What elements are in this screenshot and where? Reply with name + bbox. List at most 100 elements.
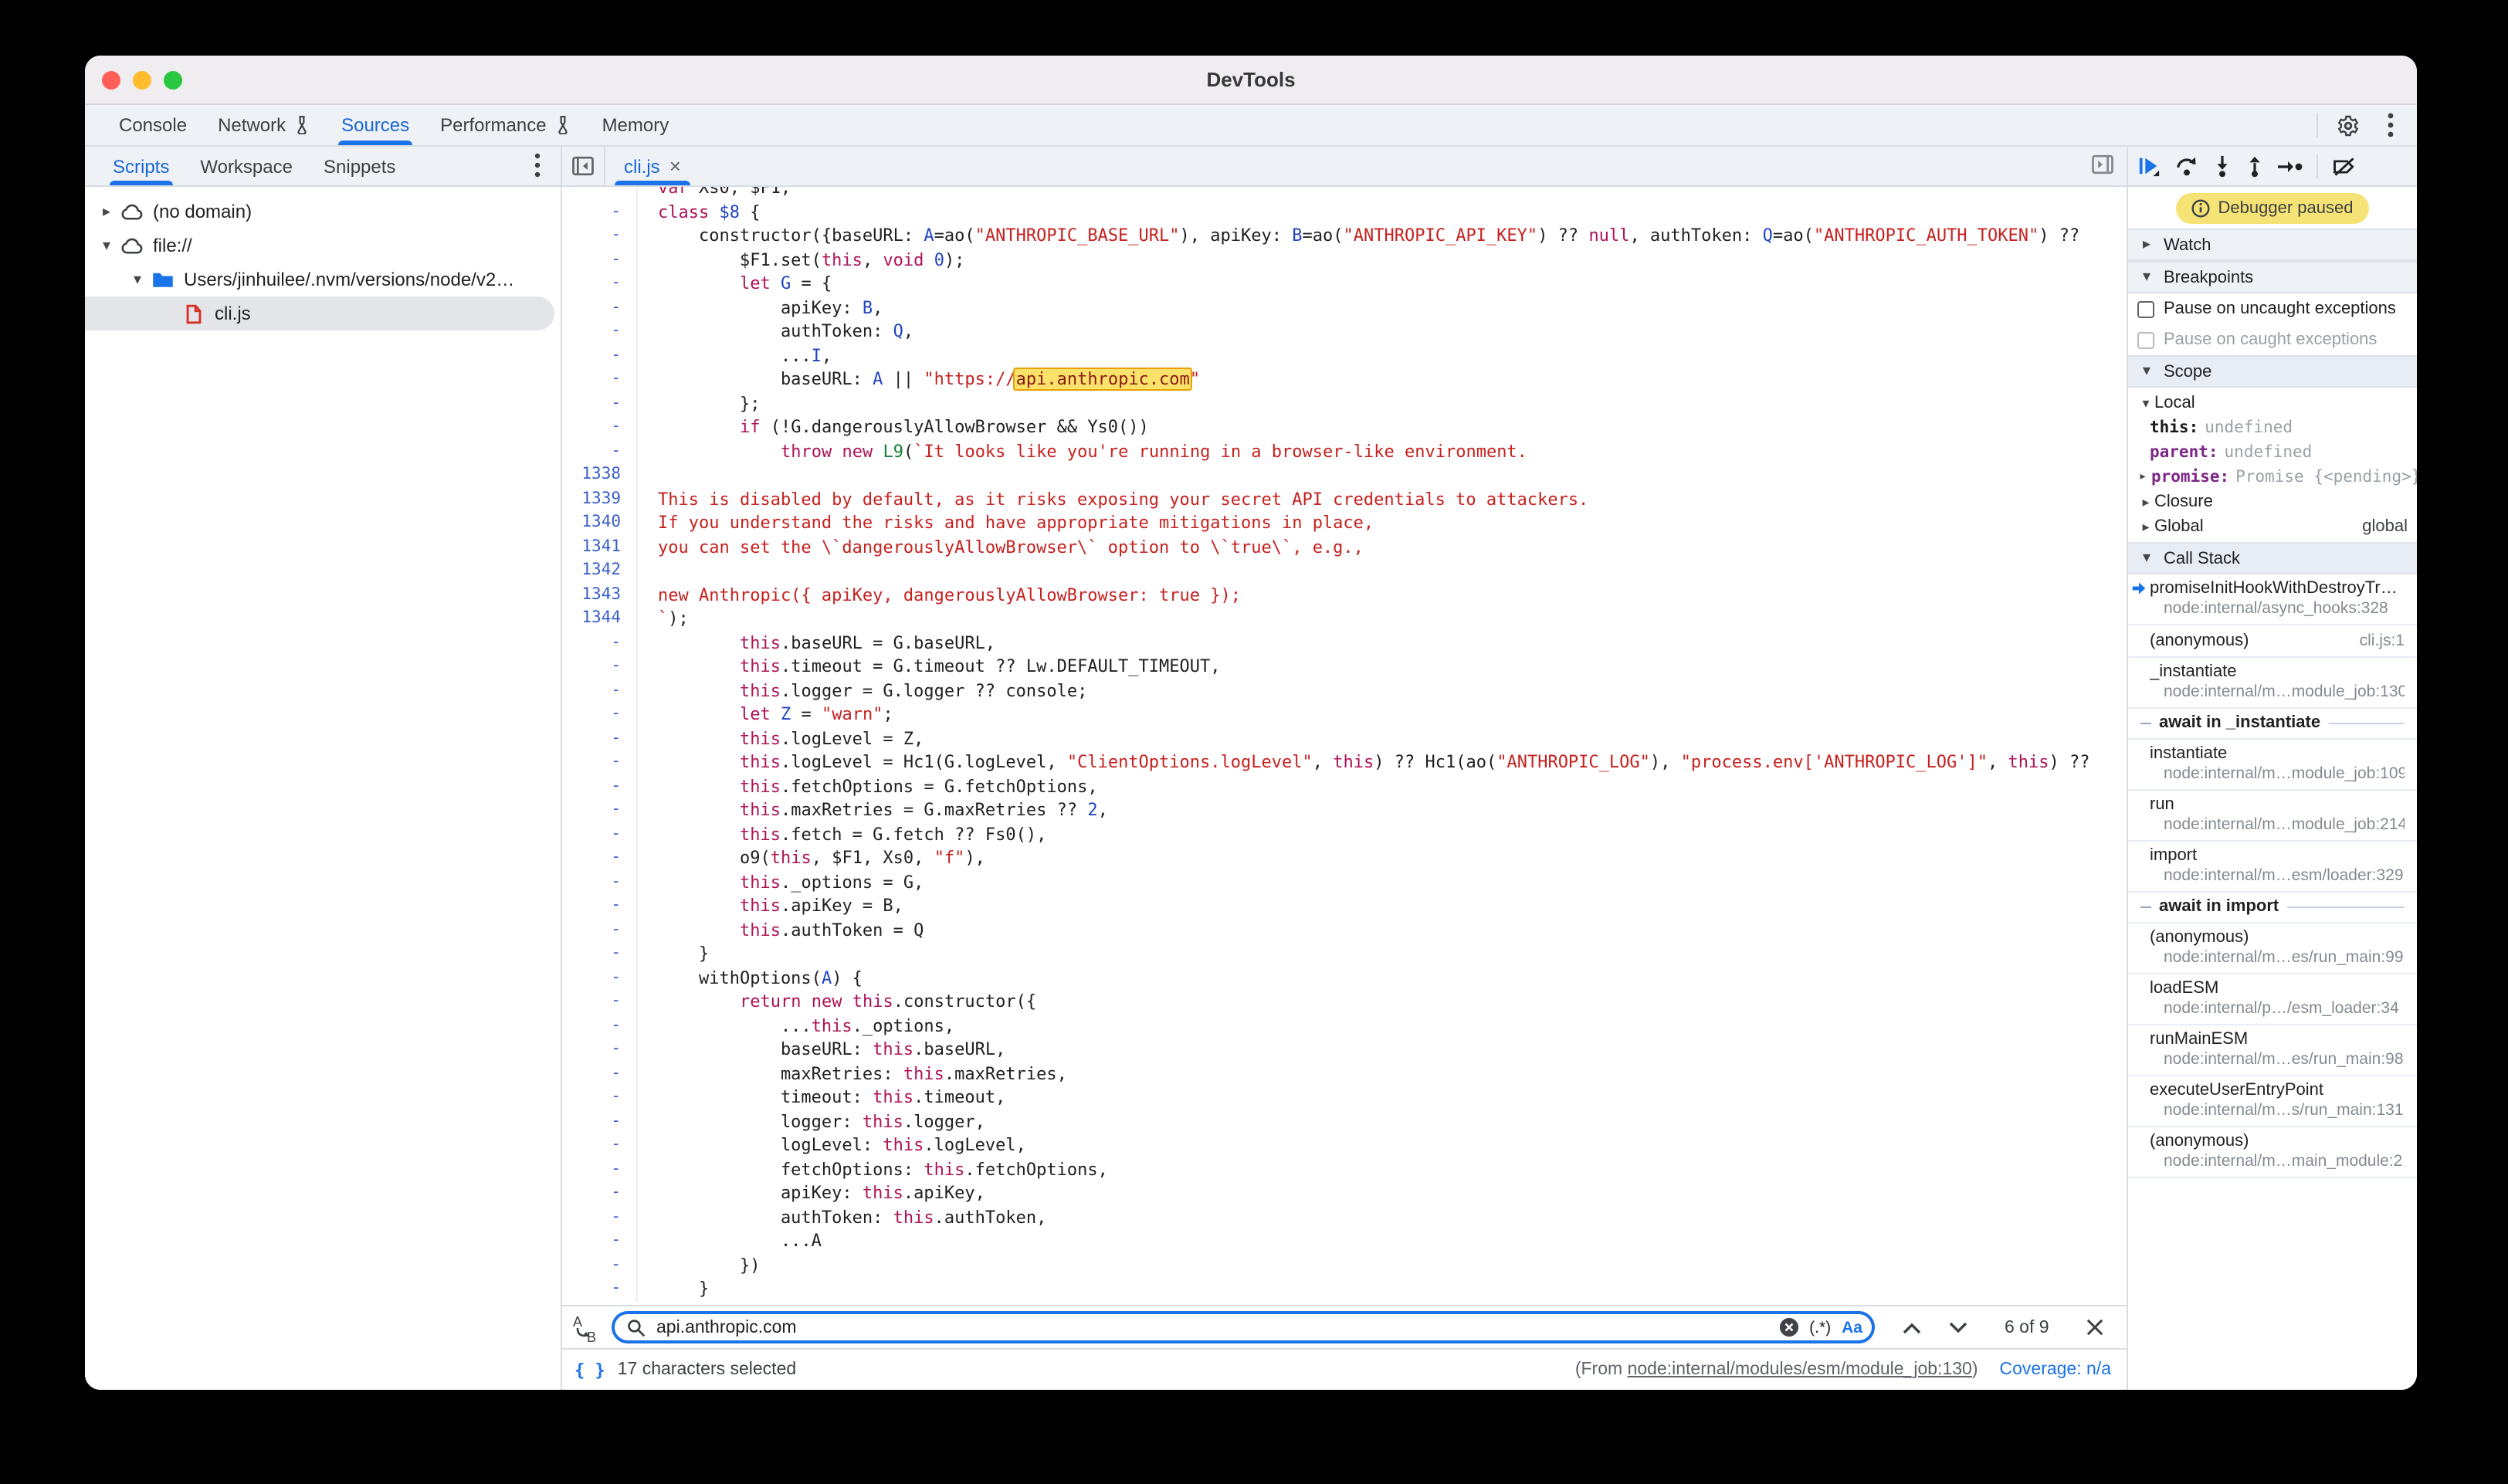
tab-sources[interactable]: Sources — [326, 105, 425, 145]
callstack-frame[interactable]: executeUserEntryPointnode:internal/m…s/r… — [2128, 1076, 2417, 1127]
step-button[interactable] — [2278, 158, 2303, 174]
code-line[interactable]: - logger: this.logger, — [562, 1110, 2127, 1133]
navigator-kebab-icon[interactable] — [524, 151, 551, 179]
line-number[interactable]: 1344 — [562, 607, 636, 631]
scope-section-header[interactable]: ▾ Scope — [2128, 355, 2417, 388]
toggle-debugger-sidebar-icon[interactable] — [2091, 153, 2114, 176]
close-button[interactable] — [102, 70, 120, 89]
code-line[interactable]: - logLevel: this.logLevel, — [562, 1133, 2127, 1157]
code-line[interactable]: - this.maxRetries = G.maxRetries ?? 2, — [562, 798, 2127, 822]
kebab-menu-icon[interactable] — [2377, 111, 2405, 139]
checkbox[interactable] — [2137, 300, 2154, 317]
chevron-down-icon[interactable]: ▾ — [97, 237, 116, 254]
code-line[interactable]: 1341you can set the \`dangerouslyAllowBr… — [562, 535, 2127, 559]
chevron-right-icon[interactable]: ▸ — [97, 203, 116, 220]
code-line[interactable]: - } — [562, 1277, 2127, 1301]
pretty-print-marker[interactable]: - — [562, 942, 636, 966]
scope-section-global[interactable]: ▸Globalglobal — [2128, 514, 2417, 539]
pretty-print-icon[interactable]: { } — [574, 1360, 605, 1380]
pretty-print-marker[interactable]: - — [562, 296, 636, 320]
step-over-button[interactable] — [2174, 154, 2199, 178]
editor-tab-close-icon[interactable]: × — [669, 154, 681, 178]
callstack-frame[interactable]: instantiatenode:internal/m…module_job:10… — [2128, 740, 2417, 791]
pretty-print-marker[interactable]: - — [562, 703, 636, 727]
code-line[interactable]: - }) — [562, 1253, 2127, 1277]
code-line[interactable]: - this.logLevel = Z, — [562, 727, 2127, 750]
code-line[interactable]: - $F1.set(this, void 0); — [562, 248, 2127, 272]
code-line[interactable]: - constructor({baseURL: A=ao("ANTHROPIC_… — [562, 224, 2127, 248]
code-line[interactable]: 1343new Anthropic({ apiKey, dangerouslyA… — [562, 583, 2127, 607]
code-line[interactable]: - ...I, — [562, 344, 2127, 368]
pretty-print-marker[interactable]: - — [562, 822, 636, 846]
pretty-print-marker[interactable]: - — [562, 846, 636, 870]
breakpoints-section-header[interactable]: ▾ Breakpoints — [2128, 261, 2417, 293]
tab-memory[interactable]: Memory — [587, 105, 685, 145]
search-input[interactable]: api.anthropic.com (.*) Aa — [612, 1311, 1875, 1343]
code-line[interactable]: - maxRetries: this.maxRetries, — [562, 1062, 2127, 1086]
pretty-print-marker[interactable]: - — [562, 1205, 636, 1229]
callstack-frame[interactable]: runnode:internal/m…module_job:214 — [2128, 791, 2417, 842]
code-line[interactable]: - baseURL: this.baseURL, — [562, 1038, 2127, 1062]
callstack-frame[interactable]: (anonymous)node:internal/m…es/run_main:9… — [2128, 923, 2417, 974]
code-line[interactable]: - return new this.constructor({ — [562, 990, 2127, 1014]
previous-match-icon[interactable] — [1903, 1321, 1921, 1333]
gear-icon[interactable] — [2333, 111, 2361, 139]
pretty-print-marker[interactable]: - — [562, 368, 636, 391]
code-line[interactable]: - timeout: this.timeout, — [562, 1086, 2127, 1110]
pretty-print-marker[interactable]: - — [562, 1062, 636, 1086]
code-line[interactable]: - apiKey: this.apiKey, — [562, 1181, 2127, 1205]
code-line[interactable]: -class $8 { — [562, 200, 2127, 224]
pretty-print-marker[interactable]: - — [562, 200, 636, 224]
pretty-print-marker[interactable]: - — [562, 320, 636, 344]
code-line[interactable]: 1339This is disabled by default, as it r… — [562, 487, 2127, 511]
pretty-print-marker[interactable]: - — [562, 798, 636, 822]
line-number[interactable]: 1340 — [562, 511, 636, 535]
editor-tab-clijs[interactable]: cli.js × — [608, 147, 696, 185]
code-line[interactable]: - this.timeout = G.timeout ?? Lw.DEFAULT… — [562, 655, 2127, 679]
code-line[interactable]: - this.authToken = Q — [562, 918, 2127, 942]
pretty-print-marker[interactable]: - — [562, 415, 636, 439]
regex-toggle[interactable]: (.*) — [1809, 1318, 1831, 1337]
pretty-print-marker[interactable]: - — [562, 727, 636, 750]
pretty-print-marker[interactable]: - — [562, 774, 636, 798]
pretty-print-marker[interactable]: - — [562, 1253, 636, 1277]
code-line[interactable]: 1340If you understand the risks and have… — [562, 511, 2127, 535]
code-line[interactable]: 1344`); — [562, 607, 2127, 631]
pretty-print-marker[interactable]: - — [562, 631, 636, 655]
line-number[interactable]: 1338 — [562, 463, 636, 487]
code-line[interactable]: - ...this._options, — [562, 1014, 2127, 1038]
source-link[interactable]: node:internal/modules/esm/module_job:130 — [1628, 1360, 1972, 1379]
code-line[interactable]: - baseURL: A || "https://api.anthropic.c… — [562, 368, 2127, 391]
pretty-print-marker[interactable]: - — [562, 655, 636, 679]
coverage-link[interactable]: Coverage: n/a — [2000, 1360, 2112, 1379]
tab-console[interactable]: Console — [103, 105, 202, 145]
callstack-frame[interactable]: loadESMnode:internal/p…/esm_loader:34 — [2128, 974, 2417, 1025]
code-line[interactable]: - this.logLevel = Hc1(G.logLevel, "Clien… — [562, 750, 2127, 774]
sidebar-tab-scripts[interactable]: Scripts — [97, 147, 185, 185]
code-line[interactable]: - let Z = "warn"; — [562, 703, 2127, 727]
code-line[interactable]: - o9(this, $F1, Xs0, "f"), — [562, 846, 2127, 870]
code-line[interactable]: - this.logger = G.logger ?? console; — [562, 679, 2127, 703]
chevron-right-icon[interactable]: ▸ — [2134, 469, 2151, 485]
minimize-button[interactable] — [133, 70, 151, 89]
code-line[interactable]: - this.fetch = G.fetch ?? Fs0(), — [562, 822, 2127, 846]
code-line[interactable]: 1342 — [562, 559, 2127, 583]
code-line[interactable]: - apiKey: B, — [562, 296, 2127, 320]
callstack-frame[interactable]: (anonymous)cli.js:1 — [2128, 625, 2417, 658]
tab-network[interactable]: Network — [202, 105, 326, 145]
pretty-print-marker[interactable]: - — [562, 870, 636, 894]
pretty-print-marker[interactable] — [562, 187, 636, 200]
pretty-print-marker[interactable]: - — [562, 1086, 636, 1110]
pretty-print-marker[interactable]: - — [562, 1229, 636, 1253]
sidebar-tab-snippets[interactable]: Snippets — [308, 147, 411, 185]
tree-item-users-jinhuilee-nvm-versions-node-v2-[interactable]: ▾Users/jinhuilee/.nvm/versions/node/v2… — [85, 263, 561, 296]
line-number[interactable]: 1339 — [562, 487, 636, 511]
scope-variable[interactable]: parent:undefined — [2128, 440, 2417, 465]
code-line[interactable]: 1338 — [562, 463, 2127, 487]
code-line[interactable]: - fetchOptions: this.fetchOptions, — [562, 1157, 2127, 1181]
pretty-print-marker[interactable]: - — [562, 224, 636, 248]
scope-section-local[interactable]: ▾Local — [2128, 391, 2417, 415]
checkbox[interactable] — [2137, 331, 2154, 348]
line-number[interactable]: 1341 — [562, 535, 636, 559]
resume-button[interactable] — [2137, 154, 2161, 178]
